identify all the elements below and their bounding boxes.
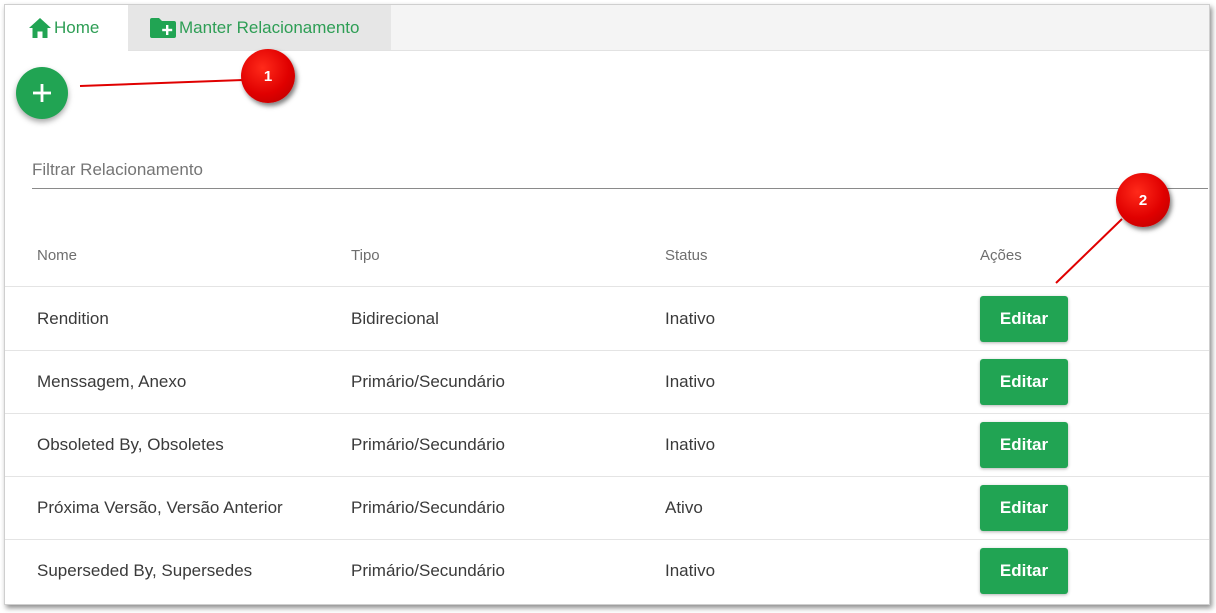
filter-input[interactable]	[32, 151, 1208, 189]
edit-button[interactable]: Editar	[980, 421, 1068, 468]
app-frame: Home Manter Relacionamento Nome Tipo Sta…	[4, 4, 1210, 605]
row-tipo: Bidirecional	[351, 308, 439, 328]
edit-button[interactable]: Editar	[980, 358, 1068, 405]
annotation-marker-1: 1	[241, 49, 295, 103]
edit-button[interactable]: Editar	[980, 295, 1068, 342]
tab-bar: Home Manter Relacionamento	[5, 5, 1209, 51]
table-row: Menssagem, Anexo Primário/Secundário Ina…	[5, 350, 1209, 414]
header-acoes: Ações	[980, 247, 1022, 264]
folder-plus-icon	[149, 17, 177, 39]
edit-button[interactable]: Editar	[980, 484, 1068, 531]
tab-home[interactable]: Home	[5, 5, 128, 51]
tab-manter-relacionamento[interactable]: Manter Relacionamento	[128, 5, 391, 50]
table-row: Próxima Versão, Versão Anterior Primário…	[5, 476, 1209, 540]
row-nome: Próxima Versão, Versão Anterior	[37, 497, 283, 517]
row-status: Inativo	[665, 560, 716, 580]
header-nome: Nome	[37, 247, 78, 264]
row-tipo: Primário/Secundário	[351, 434, 506, 454]
table-row: Obsoleted By, Obsoletes Primário/Secundá…	[5, 413, 1209, 477]
table-header: Nome Tipo Status Ações	[5, 225, 1209, 287]
row-nome: Rendition	[37, 308, 109, 328]
plus-icon	[32, 83, 52, 103]
row-tipo: Primário/Secundário	[351, 497, 506, 517]
annotation-marker-2: 2	[1116, 173, 1170, 227]
row-status: Inativo	[665, 434, 716, 454]
row-nome: Obsoleted By, Obsoletes	[37, 434, 224, 454]
home-icon	[28, 17, 52, 39]
row-nome: Menssagem, Anexo	[37, 371, 187, 391]
header-status: Status	[665, 247, 708, 264]
tab-home-label: Home	[54, 18, 100, 37]
row-tipo: Primário/Secundário	[351, 371, 506, 391]
add-relationship-button[interactable]	[16, 67, 68, 119]
row-status: Inativo	[665, 371, 716, 391]
row-tipo: Primário/Secundário	[351, 560, 506, 580]
edit-button[interactable]: Editar	[980, 547, 1068, 594]
row-status: Inativo	[665, 308, 716, 328]
table-row: Superseded By, Supersedes Primário/Secun…	[5, 539, 1209, 602]
row-status: Ativo	[665, 497, 703, 517]
table-row: Rendition Bidirecional Inativo Editar	[5, 287, 1209, 351]
tab-manter-label: Manter Relacionamento	[179, 17, 360, 37]
header-tipo: Tipo	[351, 247, 380, 264]
row-nome: Superseded By, Supersedes	[37, 560, 253, 580]
